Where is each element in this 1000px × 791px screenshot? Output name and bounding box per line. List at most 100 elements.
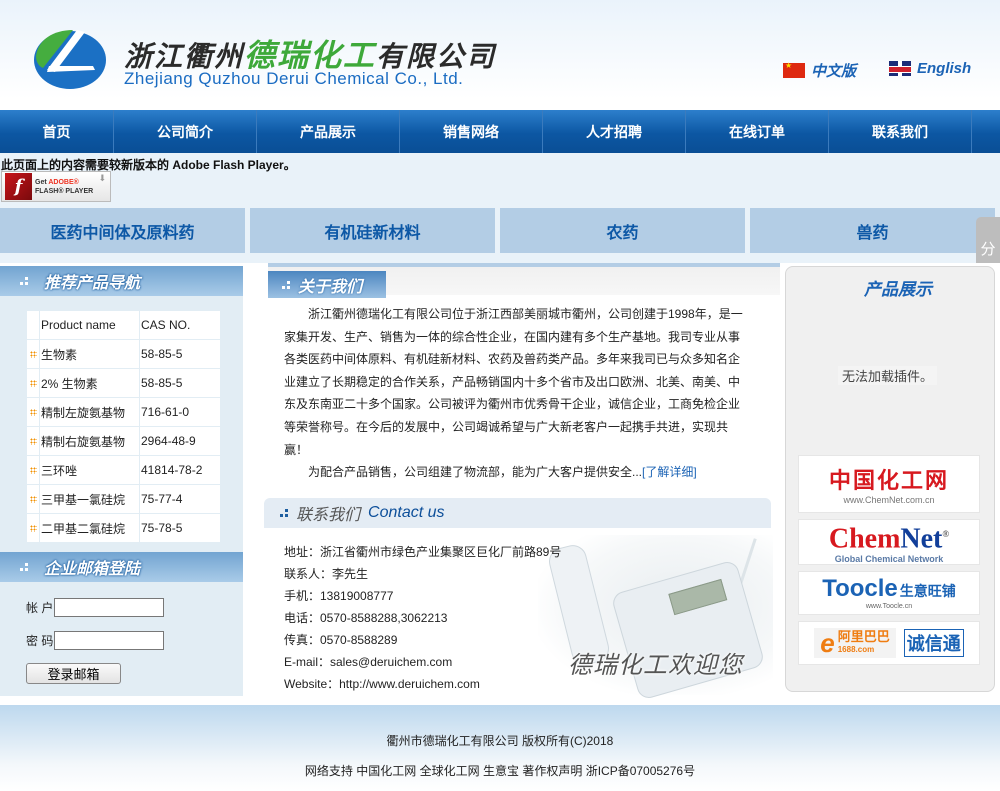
product-name[interactable]: 精制右旋氨基物 xyxy=(39,426,140,456)
nav-careers[interactable]: 人才招聘 xyxy=(543,110,686,153)
footer-link-global-chemnet[interactable]: 全球化工网 xyxy=(420,764,480,778)
partner-chemnet-cn[interactable]: 中国化工网 www.ChemNet.com.cn xyxy=(798,455,980,513)
main-content: 推荐产品导航 Product name CAS NO. 生物素 58-85-5 … xyxy=(0,263,1000,703)
share-label-1: 分 xyxy=(980,241,996,258)
bullet-cell xyxy=(26,513,40,543)
password-label: 密 码 xyxy=(26,634,54,648)
alibaba-wordmark: 阿里巴巴 1688.com xyxy=(838,630,890,656)
partner-toocle[interactable]: Toocle 生意旺铺 www.Toocle.cn xyxy=(798,571,980,615)
products-nav-title: 推荐产品导航 xyxy=(0,266,243,296)
bullet-cell xyxy=(26,339,40,369)
partner-chemnet-global[interactable]: ChemNet® Global Chemical Network xyxy=(798,519,980,565)
product-cas: 58-85-5 xyxy=(139,368,221,398)
account-input[interactable] xyxy=(54,598,165,617)
partner-4-badge: 诚信通 xyxy=(903,629,964,657)
site-footer: 衢州市德瑞化工有限公司 版权所有(C)2018 网络支持 中国化工网 全球化工网… xyxy=(0,705,1000,791)
product-name[interactable]: 二甲基二氯硅烷 xyxy=(39,513,140,543)
section-bullet-icon xyxy=(282,280,290,289)
product-name[interactable]: 2% 生物素 xyxy=(39,368,140,398)
table-row[interactable]: 精制左旋氨基物 716-61-0 xyxy=(26,397,221,427)
right-sidebar: 产品展示 无法加载插件。 中国化工网 www.ChemNet.com.cn Ch… xyxy=(785,266,995,692)
email-login-panel: 企业邮箱登陆 帐 户 密 码 登录邮箱 xyxy=(0,552,243,684)
table-row[interactable]: 精制右旋氨基物 2964-48-9 xyxy=(26,426,221,456)
china-flag-icon xyxy=(783,61,805,78)
account-row: 帐 户 xyxy=(26,598,243,617)
product-cas: 75-78-5 xyxy=(139,513,221,543)
nav-sales-network[interactable]: 销售网络 xyxy=(400,110,543,153)
footer-icp-link[interactable]: 浙ICP备07005276号 xyxy=(586,764,695,778)
login-email-button[interactable]: 登录邮箱 xyxy=(26,663,121,684)
product-name[interactable]: 精制左旋氨基物 xyxy=(39,397,140,427)
table-row[interactable]: 三甲基一氯硅烷 75-77-4 xyxy=(26,484,221,514)
table-row[interactable]: 三环唑 41814-78-2 xyxy=(26,455,221,485)
partner-1-sub: www.ChemNet.com.cn xyxy=(843,495,935,505)
contact-phone: 电话：0570-8588288,3062213 xyxy=(284,611,448,625)
contact-address: 地址：浙江省衢州市绿色产业集聚区巨化厂前路89号 xyxy=(284,545,562,559)
product-cas: 716-61-0 xyxy=(139,397,221,427)
email-login-title-text: 企业邮箱登陆 xyxy=(44,561,141,578)
partner-2-sub: Global Chemical Network xyxy=(834,553,944,564)
about-more-link[interactable]: [了解详细] xyxy=(642,465,697,479)
product-name[interactable]: 三环唑 xyxy=(39,455,140,485)
logo-brand: 德瑞化工 xyxy=(244,38,377,73)
nav-products[interactable]: 产品展示 xyxy=(257,110,400,153)
category-veterinary-drugs[interactable]: 兽药 xyxy=(750,208,995,253)
registered-mark: ® xyxy=(942,529,950,540)
partner-2-title-blue: Net xyxy=(900,523,943,555)
bullet-dots-icon xyxy=(29,409,37,416)
download-arrow-icon: ⬇ xyxy=(98,173,106,183)
partner-3-title-text: Toocle xyxy=(822,574,898,602)
partner-alibaba[interactable]: e 阿里巴巴 1688.com 诚信通 xyxy=(798,621,980,665)
footer-link-shengyibao[interactable]: 生意宝 xyxy=(483,764,519,778)
bullet-cell xyxy=(26,426,40,456)
section-bullet-icon xyxy=(20,563,28,571)
table-header-row: Product name CAS NO. xyxy=(26,310,221,340)
lang-chinese-label: 中文版 xyxy=(811,63,857,80)
about-paragraph-1: 浙江衢州德瑞化工有限公司位于浙江西部美丽城市衢州，公司创建于1998年，是一家集… xyxy=(284,307,743,457)
partner-3-sub: www.Toocle.cn xyxy=(865,602,913,610)
nav-contact[interactable]: 联系我们 xyxy=(829,110,972,153)
footer-link-chemnet-cn[interactable]: 中国化工网 xyxy=(356,764,416,778)
nav-online-order[interactable]: 在线订单 xyxy=(686,110,829,153)
footer-link-copyright[interactable]: 著作权声明 xyxy=(522,764,582,778)
category-bar: 医药中间体及原料药 有机硅新材料 农药 兽药 xyxy=(0,208,1000,263)
about-header: 关于我们 xyxy=(268,263,780,298)
lang-english-label: English xyxy=(917,60,972,77)
nav-home[interactable]: 首页 xyxy=(0,110,114,153)
contact-title-cn: 联系我们 xyxy=(296,507,361,524)
bullet-cell xyxy=(26,397,40,427)
password-input[interactable] xyxy=(54,631,165,650)
get-flash-player-button[interactable]: f Get ADOBE® FLASH® PLAYER ⬇ xyxy=(1,171,111,202)
footer-network-support: 网络支持 xyxy=(304,764,353,778)
table-row[interactable]: 生物素 58-85-5 xyxy=(26,339,221,369)
contact-website[interactable]: Website：http://www.deruichem.com xyxy=(284,673,561,695)
products-table: Product name CAS NO. 生物素 58-85-5 2% 生物素 … xyxy=(26,310,221,543)
section-bullet-icon xyxy=(280,509,288,517)
table-row[interactable]: 二甲基二氯硅烷 75-78-5 xyxy=(26,513,221,543)
category-silicone-materials[interactable]: 有机硅新材料 xyxy=(250,208,495,253)
password-row: 密 码 xyxy=(26,631,243,650)
main-nav: 首页 公司简介 产品展示 销售网络 人才招聘 在线订单 联系我们 xyxy=(0,110,1000,153)
product-cas: 41814-78-2 xyxy=(139,455,221,485)
center-column: 关于我们 浙江衢州德瑞化工有限公司位于浙江西部美丽城市衢州，公司创建于1998年… xyxy=(264,263,780,703)
account-label: 帐 户 xyxy=(26,601,54,615)
contact-email[interactable]: E-mail：sales@deruichem.com xyxy=(284,651,561,673)
nav-company-profile[interactable]: 公司简介 xyxy=(114,110,257,153)
alibaba-e-icon: e xyxy=(820,628,835,658)
header-cas-no: CAS NO. xyxy=(139,310,221,340)
telephone-image: 德瑞化工欢迎您 xyxy=(538,535,773,701)
category-pesticides[interactable]: 农药 xyxy=(500,208,745,253)
lang-chinese-link[interactable]: 中文版 xyxy=(783,60,856,81)
table-row[interactable]: 2% 生物素 58-85-5 xyxy=(26,368,221,398)
category-pharma-intermediates[interactable]: 医药中间体及原料药 xyxy=(0,208,245,253)
left-sidebar: 推荐产品导航 Product name CAS NO. 生物素 58-85-5 … xyxy=(0,266,243,696)
product-name[interactable]: 生物素 xyxy=(39,339,140,369)
lang-english-link[interactable]: English xyxy=(889,60,971,77)
company-logo-icon[interactable] xyxy=(33,26,108,90)
about-title: 关于我们 xyxy=(268,271,386,298)
product-name[interactable]: 三甲基一氯硅烷 xyxy=(39,484,140,514)
bullet-cell xyxy=(26,368,40,398)
bullet-dots-icon xyxy=(29,525,37,532)
contact-fax: 传真：0570-8588289 xyxy=(284,633,398,647)
flash-adobe-label: ADOBE® xyxy=(48,178,79,186)
